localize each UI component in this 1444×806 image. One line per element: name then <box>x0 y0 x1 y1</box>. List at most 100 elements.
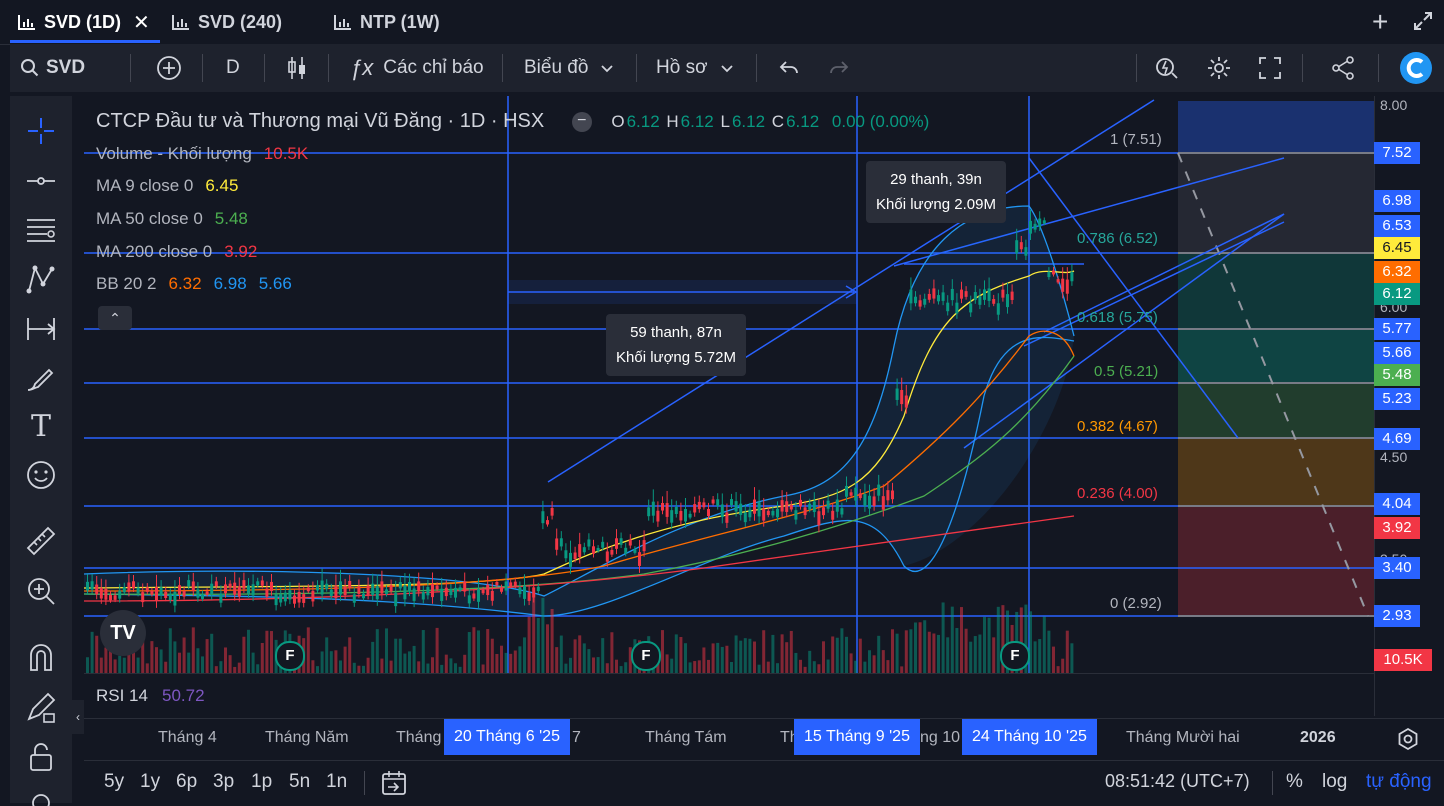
indicator-legend-row[interactable]: MA 9 close 0 6.45 <box>96 176 240 196</box>
volume-bar <box>1061 658 1065 673</box>
indicator-legend-row[interactable]: MA 50 close 0 5.48 <box>96 209 250 229</box>
log-toggle[interactable]: log <box>1322 771 1347 793</box>
volume-bar <box>697 660 701 673</box>
indicator-legend-row[interactable]: MA 200 close 0 3.92 <box>96 242 259 262</box>
candle <box>247 585 250 594</box>
volume-bar <box>421 630 425 673</box>
candle <box>780 500 784 512</box>
tooltip-volume: Khối lượng 2.09M <box>876 196 996 213</box>
auto-scale-toggle[interactable]: tự động <box>1366 771 1432 793</box>
symbol-search-button[interactable]: SVD <box>20 44 85 92</box>
interval-button[interactable]: D <box>226 44 240 92</box>
lock-drawings-icon[interactable] <box>24 690 58 724</box>
candle <box>707 508 710 517</box>
chart-type-button[interactable] <box>286 44 308 92</box>
fib-zone <box>1178 329 1374 383</box>
crosshair-icon[interactable] <box>24 114 58 148</box>
volume-bar <box>973 636 977 673</box>
emoji-icon[interactable] <box>24 458 58 492</box>
chart-pane[interactable] <box>84 96 1374 673</box>
share-icon[interactable] <box>1330 55 1356 81</box>
candle <box>794 510 798 520</box>
compare-button[interactable] <box>156 44 182 92</box>
trend-line-icon[interactable] <box>24 164 58 198</box>
collapse-toolbar-button[interactable]: ‹ <box>72 700 84 734</box>
clock-timezone[interactable]: 08:51:42 (UTC+7) <box>1105 771 1250 792</box>
range-3p-button[interactable]: 3p <box>213 771 234 793</box>
earnings-marker-icon[interactable]: F <box>1000 641 1030 671</box>
candle <box>472 593 476 599</box>
divider <box>1378 54 1379 82</box>
volume-bar <box>619 666 623 673</box>
eye-icon[interactable] <box>24 786 58 806</box>
earnings-marker-icon[interactable]: F <box>275 641 305 671</box>
profile-menu-button[interactable]: Hồ sơ <box>656 44 734 92</box>
expand-icon[interactable] <box>1412 10 1434 32</box>
tradingview-logo[interactable]: TV <box>100 610 146 656</box>
price-chart-canvas[interactable] <box>84 96 1374 673</box>
zoom-in-icon[interactable] <box>24 574 58 608</box>
candle <box>228 583 232 588</box>
volume-bar <box>983 616 986 673</box>
range-1p-button[interactable]: 1p <box>251 771 272 793</box>
logo-icon[interactable] <box>1400 52 1432 84</box>
pattern-icon[interactable] <box>24 262 58 296</box>
measure-range-icon[interactable] <box>24 312 58 346</box>
price-label: 7.52 <box>1374 142 1420 164</box>
candle <box>592 546 595 554</box>
candle <box>518 587 522 595</box>
candle <box>214 581 218 587</box>
range-1y-button[interactable]: 1y <box>140 771 160 793</box>
candle <box>578 544 582 558</box>
ruler-icon[interactable] <box>24 524 58 558</box>
volume-bar <box>408 651 411 673</box>
collapse-legend-button[interactable]: ⌃ <box>98 306 132 330</box>
redo-icon[interactable] <box>828 57 850 79</box>
alert-icon[interactable] <box>1154 55 1180 81</box>
brush-icon[interactable] <box>24 362 58 396</box>
time-axis[interactable]: Tháng 4 Tháng Năm Tháng 7 Tháng Tám Th n… <box>84 718 1444 759</box>
earnings-marker-icon[interactable]: F <box>631 641 661 671</box>
tab-ntp-1w[interactable]: NTP (1W) <box>334 6 440 38</box>
candle <box>205 591 209 595</box>
candle <box>702 502 706 508</box>
text-tool-icon[interactable]: T <box>24 410 58 444</box>
tab-svd-240[interactable]: SVD (240) <box>172 6 282 38</box>
magnet-icon[interactable] <box>24 640 58 674</box>
gear-icon[interactable] <box>1206 55 1232 81</box>
add-tab-icon[interactable]: + <box>1372 6 1388 38</box>
range-6p-button[interactable]: 6p <box>176 771 197 793</box>
minus-icon[interactable]: − <box>571 111 592 132</box>
candle <box>978 296 982 305</box>
settings-icon[interactable] <box>1396 727 1420 751</box>
fib-level-label: 0.618 (5.75) <box>1077 309 1158 326</box>
volume-bar <box>145 663 149 673</box>
candle <box>371 583 375 596</box>
indicator-legend-row[interactable]: BB 20 2 6.32 6.98 5.66 <box>96 274 294 294</box>
tab-svd-1d[interactable]: SVD (1D) ✕ <box>18 6 150 38</box>
volume-bar <box>817 664 821 673</box>
calendar-goto-icon[interactable] <box>380 769 408 797</box>
undo-icon[interactable] <box>778 57 800 79</box>
percent-toggle[interactable]: % <box>1286 771 1303 793</box>
rsi-pane[interactable]: RSI 14 50.72 <box>84 673 1374 718</box>
unlock-icon[interactable] <box>24 740 58 774</box>
volume-bar <box>923 620 927 673</box>
range-1n-button[interactable]: 1n <box>326 771 347 793</box>
candle <box>385 589 388 595</box>
range-5y-button[interactable]: 5y <box>104 771 124 793</box>
close-tab-icon[interactable]: ✕ <box>133 10 150 35</box>
indicator-legend-row[interactable]: Volume - Khối lượng 10.5K <box>96 144 310 164</box>
volume-bar <box>711 643 715 673</box>
chart-menu-button[interactable]: Biểu đồ <box>524 44 614 92</box>
candle <box>113 595 117 600</box>
indicators-button[interactable]: ƒx Các chỉ báo <box>350 44 484 92</box>
tab-label: SVD (240) <box>198 11 283 32</box>
candle <box>725 512 729 523</box>
candle <box>467 595 471 604</box>
fib-retracement-icon[interactable] <box>24 212 58 246</box>
range-5n-button[interactable]: 5n <box>289 771 310 793</box>
volume-bar <box>550 608 554 673</box>
candle <box>895 388 899 400</box>
fullscreen-icon[interactable] <box>1258 56 1282 80</box>
